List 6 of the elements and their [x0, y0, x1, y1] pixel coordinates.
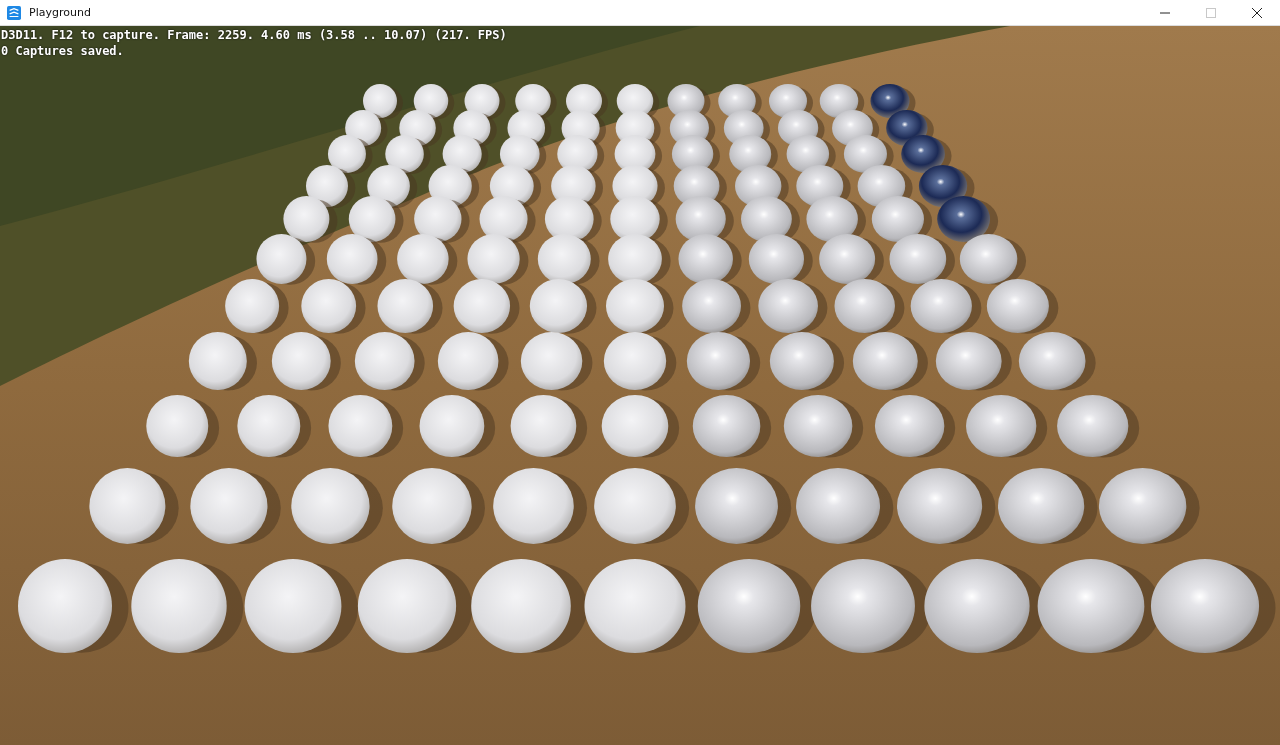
close-icon — [1252, 7, 1262, 18]
window-title: Playground — [29, 6, 91, 19]
stats-text: D3D11. F12 to capture. Frame: 2259. 4.60 ms (3.58 .. 10.07) (217. FPS) — [1, 27, 507, 43]
stats-text: 0 Captures saved. — [1, 43, 125, 59]
app-icon — [7, 5, 21, 20]
maximize-icon — [1206, 7, 1216, 18]
